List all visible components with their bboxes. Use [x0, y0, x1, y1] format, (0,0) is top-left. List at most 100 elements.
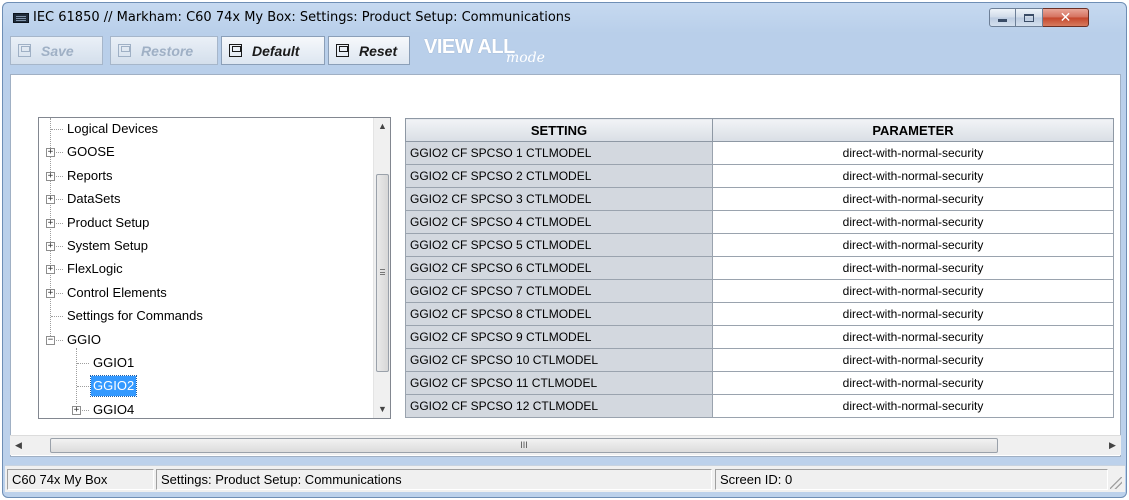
scroll-left-icon[interactable]: ◀: [10, 436, 27, 455]
expand-icon[interactable]: +: [46, 171, 55, 181]
restore-button[interactable]: Restore: [110, 36, 218, 65]
resize-grip-icon[interactable]: [1110, 477, 1122, 489]
close-button[interactable]: ✕: [1043, 8, 1089, 27]
reset-button[interactable]: Reset: [328, 36, 410, 65]
expand-icon[interactable]: +: [46, 242, 55, 251]
save-button[interactable]: Save: [10, 36, 103, 65]
setting-cell: GGIO2 CF SPCSO 5 CTLMODEL: [405, 233, 713, 257]
parameter-cell[interactable]: direct-with-normal-security: [712, 256, 1114, 280]
setting-cell: GGIO2 CF SPCSO 4 CTLMODEL: [405, 210, 713, 234]
column-header-parameter[interactable]: PARAMETER: [712, 118, 1114, 142]
table-row[interactable]: GGIO2 CF SPCSO 12 CTLMODEL direct-with-no…: [405, 394, 1114, 418]
parameter-cell[interactable]: direct-with-normal-security: [712, 279, 1114, 303]
setting-cell: GGIO2 CF SPCSO 2 CTLMODEL: [405, 164, 713, 188]
tree-item-system-setup[interactable]: System Setup: [65, 236, 150, 256]
expand-icon[interactable]: +: [46, 195, 55, 205]
tree-item-ggio[interactable]: GGIO: [65, 330, 103, 350]
tree-item-ggio4[interactable]: GGIO4: [91, 400, 136, 420]
parameter-cell[interactable]: direct-with-normal-security: [712, 394, 1114, 418]
parameter-cell[interactable]: direct-with-normal-security: [712, 371, 1114, 395]
parameter-cell[interactable]: direct-with-normal-security: [712, 325, 1114, 349]
tree-item-product-setup[interactable]: Product Setup: [65, 213, 151, 233]
reset-button-label: Reset: [359, 42, 398, 59]
setting-cell: GGIO2 CF SPCSO 8 CTLMODEL: [405, 302, 713, 326]
table-row[interactable]: GGIO2 CF SPCSO 3 CTLMODEL direct-with-nor…: [405, 187, 1114, 211]
tree-connector: [51, 129, 63, 130]
table-row[interactable]: GGIO2 CF SPCSO 11 CTLMODEL direct-with-no…: [405, 371, 1114, 395]
scroll-up-icon[interactable]: ▲: [374, 118, 391, 135]
table-row[interactable]: GGIO2 CF SPCSO 1 CTLMODEL direct-with-nor…: [405, 141, 1114, 165]
view-all-mode-button[interactable]: VIEW ALL mode: [424, 35, 574, 66]
setting-cell: GGIO2 CF SPCSO 6 CTLMODEL: [405, 256, 713, 280]
table-row[interactable]: GGIO2 CF SPCSO 9 CTLMODEL direct-with-nor…: [405, 325, 1114, 349]
table-row[interactable]: GGIO2 CF SPCSO 5 CTLMODEL direct-with-nor…: [405, 233, 1114, 257]
default-button[interactable]: Default: [221, 36, 325, 65]
parameter-cell[interactable]: direct-with-normal-security: [712, 348, 1114, 372]
title-bar[interactable]: IEC 61850 // Markham: C60 74x My Box: Se…: [3, 3, 1126, 33]
restore-icon: [117, 43, 133, 58]
expand-icon[interactable]: +: [46, 148, 55, 158]
expand-icon[interactable]: +: [46, 218, 55, 228]
parameter-cell[interactable]: direct-with-normal-security: [712, 187, 1114, 211]
expand-icon[interactable]: +: [72, 405, 81, 415]
table-row[interactable]: GGIO2 CF SPCSO 4 CTLMODEL direct-with-nor…: [405, 210, 1114, 234]
tree-item-ggio2[interactable]: GGIO2: [89, 375, 138, 398]
parameter-cell[interactable]: direct-with-normal-security: [712, 210, 1114, 234]
window-title: IEC 61850 // Markham: C60 74x My Box: Se…: [33, 10, 571, 25]
expand-icon[interactable]: +: [46, 288, 55, 298]
tree-item-control-elements[interactable]: Control Elements: [65, 283, 169, 303]
setting-cell: GGIO2 CF SPCSO 9 CTLMODEL: [405, 325, 713, 349]
parameter-cell[interactable]: direct-with-normal-security: [712, 302, 1114, 326]
reset-icon: [335, 43, 351, 58]
maximize-button[interactable]: [1016, 8, 1043, 27]
default-button-label: Default: [252, 42, 300, 59]
status-bar: C60 74x My Box Settings: Product Setup: …: [5, 465, 1125, 492]
parameter-cell[interactable]: direct-with-normal-security: [712, 233, 1114, 257]
navigation-tree: ▲ ▼ Logical Devices + GOOSE + Reports + DataSe…: [38, 117, 391, 419]
minimize-button[interactable]: [989, 8, 1016, 27]
horizontal-scrollbar[interactable]: ◀ III ▶: [10, 435, 1121, 455]
setting-cell: GGIO2 CF SPCSO 1 CTLMODEL: [405, 141, 713, 165]
tree-item-ggio1[interactable]: GGIO1: [91, 353, 136, 373]
minimize-icon: [998, 19, 1007, 22]
table-row[interactable]: GGIO2 CF SPCSO 2 CTLMODEL direct-with-nor…: [405, 164, 1114, 188]
default-icon: [228, 43, 244, 58]
tree-item-goose[interactable]: GOOSE: [65, 142, 117, 162]
tree-scroll-thumb[interactable]: [376, 174, 389, 372]
scroll-down-icon[interactable]: ▼: [374, 401, 391, 418]
tree-item-logical-devices[interactable]: Logical Devices: [65, 119, 160, 139]
tree-connector: [51, 316, 63, 318]
app-icon: [13, 13, 29, 23]
status-path: Settings: Product Setup: Communications: [156, 469, 712, 490]
table-row[interactable]: GGIO2 CF SPCSO 8 CTLMODEL direct-with-nor…: [405, 302, 1114, 326]
collapse-icon[interactable]: −: [46, 335, 55, 345]
tree-item-settings-for-commands[interactable]: Settings for Commands: [65, 306, 205, 326]
view-all-label: VIEW ALL: [424, 36, 515, 58]
horizontal-scroll-thumb[interactable]: III: [50, 438, 998, 453]
save-button-label: Save: [41, 42, 74, 59]
parameter-cell[interactable]: direct-with-normal-security: [712, 141, 1114, 165]
save-icon: [17, 43, 33, 58]
expand-icon[interactable]: +: [46, 265, 55, 275]
table-row[interactable]: GGIO2 CF SPCSO 6 CTLMODEL direct-with-nor…: [405, 256, 1114, 280]
setting-cell: GGIO2 CF SPCSO 7 CTLMODEL: [405, 279, 713, 303]
table-row[interactable]: GGIO2 CF SPCSO 7 CTLMODEL direct-with-nor…: [405, 279, 1114, 303]
tree-item-flexlogic[interactable]: FlexLogic: [65, 259, 125, 279]
setting-cell: GGIO2 CF SPCSO 3 CTLMODEL: [405, 187, 713, 211]
maximize-icon: [1024, 13, 1034, 22]
setting-cell: GGIO2 CF SPCSO 11 CTLMODEL: [405, 371, 713, 395]
settings-table: SETTING PARAMETER GGIO2 CF SPCSO 1 CTLMO…: [405, 118, 1114, 418]
table-row[interactable]: GGIO2 CF SPCSO 10 CTLMODEL direct-with-no…: [405, 348, 1114, 372]
scroll-right-icon[interactable]: ▶: [1104, 436, 1121, 455]
tree-vertical-scrollbar[interactable]: ▲ ▼: [373, 118, 390, 418]
tree-item-datasets[interactable]: DataSets: [65, 189, 122, 209]
tree-connector: [77, 363, 89, 364]
column-header-setting[interactable]: SETTING: [405, 118, 713, 142]
tree-item-reports[interactable]: Reports: [65, 166, 115, 186]
close-icon: ✕: [1059, 9, 1072, 26]
view-all-mode-label: mode: [506, 50, 545, 66]
status-screen-id: Screen ID: 0: [715, 469, 1108, 490]
tree-guide-line: [76, 348, 77, 404]
tree-connector: [77, 386, 89, 388]
parameter-cell[interactable]: direct-with-normal-security: [712, 164, 1114, 188]
